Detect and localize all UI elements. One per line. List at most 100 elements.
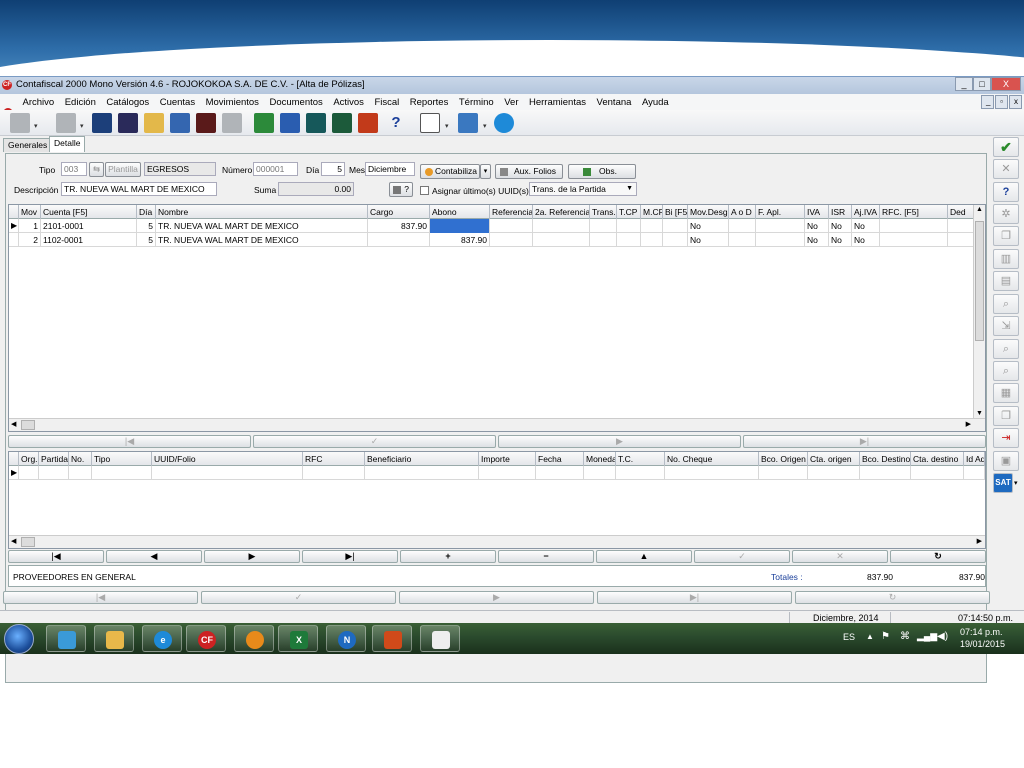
clock-time[interactable]: 07:14 p.m. [960, 627, 1003, 637]
scroll-right-icon[interactable]: ▶ [977, 537, 982, 545]
cell-isr[interactable]: No [829, 219, 852, 233]
col-f-apl[interactable]: F. Apl. [756, 205, 805, 219]
calculator-icon[interactable] [118, 113, 138, 133]
col-no[interactable]: No. [69, 452, 92, 466]
taskbar-powerpoint[interactable] [372, 625, 412, 652]
storage-icon[interactable] [306, 113, 326, 133]
cell-mcp[interactable] [641, 219, 663, 233]
cell-tipo[interactable] [92, 466, 152, 480]
col-uuid-folio[interactable]: UUID/Folio [152, 452, 303, 466]
cell-nombre[interactable]: TR. NUEVA WAL MART DE MEXICO [156, 219, 368, 233]
cell-cuenta[interactable]: 1102-0001 [41, 233, 137, 247]
col-nombre[interactable]: Nombre [156, 205, 368, 219]
export-icon[interactable]: ⇥ [993, 428, 1019, 448]
network-icon[interactable]: ⌘ [900, 631, 910, 642]
col-tipo[interactable]: Tipo [92, 452, 152, 466]
menu-fiscal[interactable]: Fiscal [370, 95, 403, 111]
cell-moneda[interactable] [584, 466, 616, 480]
col-fecha[interactable]: Fecha [536, 452, 584, 466]
nav-first-button[interactable]: |◀ [3, 591, 198, 604]
tipo-field[interactable]: 003 [61, 162, 87, 176]
cell-trans[interactable] [590, 219, 617, 233]
zoom-icon[interactable]: ⌕ [993, 361, 1019, 381]
col-dia[interactable]: Día [137, 205, 156, 219]
cell-abono-selected[interactable] [430, 219, 490, 233]
cell-aj-iva[interactable]: No [852, 219, 880, 233]
menu-ayuda[interactable]: Ayuda [638, 95, 673, 111]
flag-icon[interactable]: ⚑ [881, 631, 890, 642]
cell-uuid[interactable] [152, 466, 303, 480]
cell-bi[interactable] [663, 233, 688, 247]
next-record-button[interactable]: ▶ [204, 550, 300, 563]
language-indicator[interactable]: ES [843, 632, 855, 642]
signal-icon[interactable]: ▂▄▆ [917, 631, 937, 642]
taskbar-explorer[interactable] [46, 625, 86, 652]
last-record-button[interactable]: ▶| [302, 550, 398, 563]
new-doc-icon[interactable] [56, 113, 76, 133]
cell-referencia[interactable] [490, 219, 533, 233]
cell-beneficiario[interactable] [365, 466, 479, 480]
menu-ver[interactable]: Ver [500, 95, 522, 111]
cell-iva[interactable]: No [805, 219, 829, 233]
nav-next-button[interactable]: ▶ [498, 435, 741, 448]
col-cargo[interactable]: Cargo [368, 205, 430, 219]
maximize-button[interactable]: □ [973, 77, 991, 91]
cell-f-apl[interactable] [756, 219, 805, 233]
tab-detalle[interactable]: Detalle [49, 136, 86, 152]
first-record-button[interactable]: |◀ [8, 550, 104, 563]
contabiliza-button[interactable]: Contabiliza [420, 164, 480, 179]
chevron-down-icon[interactable]: ▾ [483, 122, 487, 130]
cell-cta-origen[interactable] [808, 466, 860, 480]
cell-mov[interactable]: 2 [19, 233, 41, 247]
menu-reportes[interactable]: Reportes [406, 95, 453, 111]
cell-mov[interactable]: 1 [19, 219, 41, 233]
scroll-thumb[interactable] [975, 221, 984, 341]
chart-icon[interactable] [196, 113, 216, 133]
cell-nombre[interactable]: TR. NUEVA WAL MART DE MEXICO [156, 233, 368, 247]
report-icon[interactable] [144, 113, 164, 133]
tools-icon[interactable]: ✲ [993, 204, 1019, 224]
nav-last-button[interactable]: ▶| [743, 435, 986, 448]
minimize-button[interactable]: _ [955, 77, 973, 91]
menu-cuentas[interactable]: Cuentas [156, 95, 199, 111]
col-cta-origen[interactable]: Cta. origen [808, 452, 860, 466]
aux-folios-button[interactable]: Aux. Folios [495, 164, 563, 179]
cell-isr[interactable]: No [829, 233, 852, 247]
col-cta-destino[interactable]: Cta. destino [911, 452, 964, 466]
edit-record-button[interactable]: ▲ [596, 550, 692, 563]
numero-field[interactable]: 000001 [253, 162, 298, 176]
cell-cuenta[interactable]: 2101-0001 [41, 219, 137, 233]
cell-tcp[interactable] [617, 233, 641, 247]
print-icon[interactable]: ▤ [993, 271, 1019, 291]
cell-bco-destino[interactable] [860, 466, 911, 480]
chevron-down-icon[interactable]: ▾ [1014, 479, 1018, 487]
taskbar-pdf[interactable] [234, 625, 274, 652]
mdi-restore-button[interactable]: ▫ [995, 95, 1008, 109]
ie-icon[interactable] [494, 113, 514, 133]
tab-generales[interactable]: Generales [3, 138, 53, 152]
obs-button[interactable]: Obs. [568, 164, 636, 179]
col-beneficiario[interactable]: Beneficiario [365, 452, 479, 466]
taskbar-excel[interactable]: X [278, 625, 318, 652]
menu-movimientos[interactable]: Movimientos [202, 95, 263, 111]
col-id-ad[interactable]: Id Ad [964, 452, 985, 466]
contabiliza-dropdown[interactable]: ▾ [480, 164, 491, 179]
cell-a-o-d[interactable] [729, 233, 756, 247]
taskbar-contafiscal[interactable]: CF [186, 625, 226, 652]
menu-edicion[interactable]: Edición [61, 95, 100, 111]
find-icon[interactable]: ⌕ [993, 339, 1019, 359]
search-doc-icon[interactable]: ⌕ [993, 294, 1019, 314]
transfer-icon[interactable] [170, 113, 190, 133]
cell-2a-referencia[interactable] [533, 219, 590, 233]
chevron-down-icon[interactable]: ▾ [80, 122, 84, 130]
exit-icon[interactable] [358, 113, 378, 133]
taskbar-ie[interactable]: e [142, 625, 182, 652]
import-icon[interactable]: ⇲ [993, 316, 1019, 336]
asignar-checkbox[interactable] [420, 186, 429, 195]
calc-button[interactable]: ? [389, 182, 413, 197]
nav-next-button[interactable]: ▶ [399, 591, 594, 604]
col-moneda[interactable]: Moneda [584, 452, 616, 466]
tray-arrow-icon[interactable]: ▲ [866, 632, 874, 641]
scroll-down-icon[interactable]: ▼ [976, 410, 983, 417]
cell-cargo[interactable] [368, 233, 430, 247]
